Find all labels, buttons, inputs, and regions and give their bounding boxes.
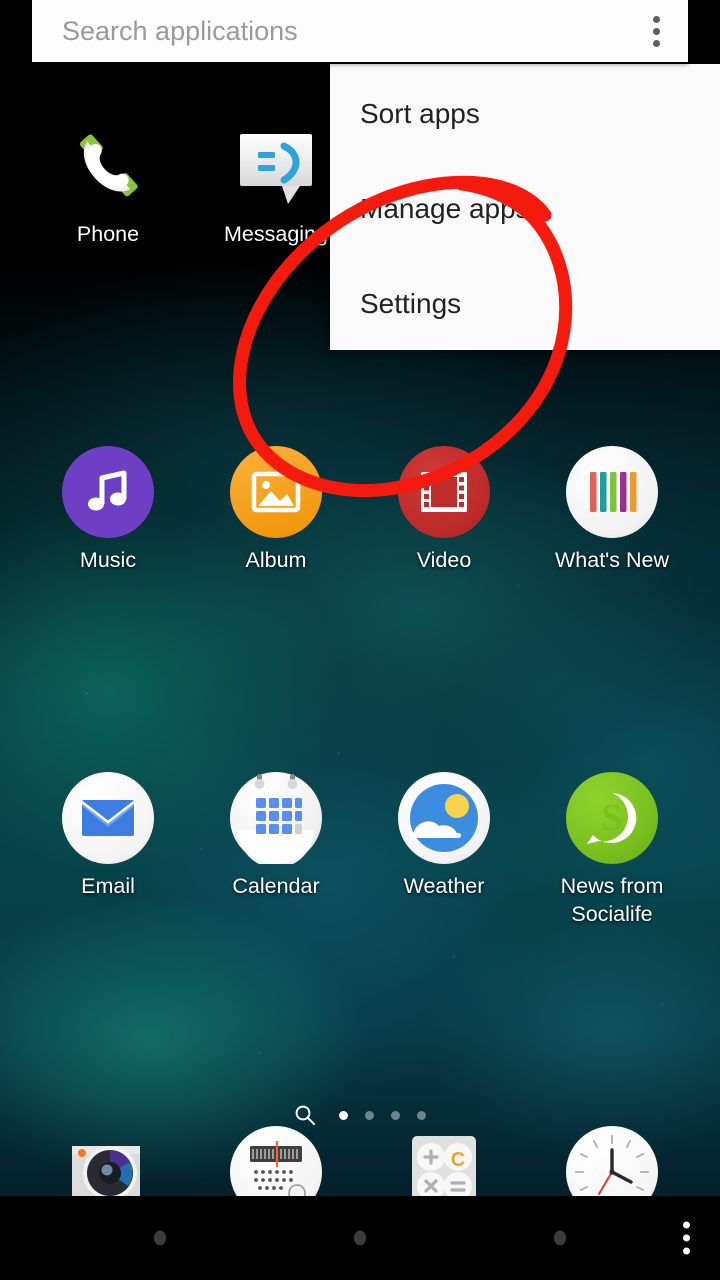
menu-item-sort-apps[interactable]: Sort apps [330,66,720,161]
svg-text:S: S [601,797,622,839]
app-item-phone[interactable]: Phone [24,118,192,248]
app-item-video[interactable]: Video [360,444,528,574]
page-dot-1[interactable] [339,1110,348,1120]
app-drawer-screen: Phone Messaging Music Album Video What's… [0,0,720,1280]
app-row: Email Calendar Weather S News from Socia… [0,770,720,928]
overflow-dot [652,15,660,23]
app-row: Music Album Video What's New [0,444,720,574]
overflow-menu-icon[interactable] [624,0,688,62]
nav-back-key[interactable] [154,1230,166,1246]
socialife-icon: S [564,770,660,866]
messaging-icon [228,118,324,214]
navigation-bar [0,1196,720,1280]
nav-recents-key[interactable] [554,1230,566,1246]
nav-overflow-dot [683,1247,690,1255]
app-label: Video [416,548,472,572]
app-item-weather[interactable]: Weather [360,770,528,928]
svg-text:C: C [451,1149,465,1171]
nav-overflow-dot [683,1234,690,1242]
app-item-calendar[interactable]: Calendar [192,770,360,928]
album-icon [228,444,324,540]
nav-overflow-icon[interactable] [683,1221,690,1255]
menu-item-label: Manage apps [360,192,530,224]
overflow-dot [652,39,660,47]
app-label: Calendar [232,874,320,898]
app-item-music[interactable]: Music [24,444,192,574]
search-magnifier-icon[interactable] [294,1104,316,1126]
app-label: Album [245,548,307,572]
nav-home-key[interactable] [354,1230,366,1246]
page-dot-4[interactable] [417,1110,426,1120]
search-input[interactable] [32,0,624,62]
app-item-whats-new[interactable]: What's New [528,444,696,574]
page-indicator [0,1104,720,1126]
app-item-socialife[interactable]: S News from Socialife [528,770,696,928]
app-label: Music [79,548,137,572]
app-label: Phone [76,222,140,246]
email-icon [60,770,156,866]
menu-item-label: Settings [360,287,462,319]
app-label: Email [81,874,135,898]
app-item-album[interactable]: Album [192,444,360,574]
search-bar [32,0,688,62]
app-label: Weather [403,874,485,898]
app-label: News from Socialife [560,874,664,926]
weather-icon [396,770,492,866]
music-icon [60,444,156,540]
phone-icon [60,118,156,214]
app-label: What's New [554,548,670,572]
app-label: Messaging [224,222,328,246]
whats-new-icon [564,444,660,540]
page-dot-3[interactable] [391,1110,400,1120]
calendar-icon [228,770,324,866]
menu-item-label: Sort apps [360,97,480,129]
overflow-popup-menu: Sort apps Manage apps Settings [330,64,720,350]
overflow-dot [652,27,660,35]
nav-overflow-dot [683,1221,690,1229]
page-dot-2[interactable] [365,1110,374,1120]
app-item-email[interactable]: Email [24,770,192,928]
menu-item-manage-apps[interactable]: Manage apps [330,161,720,256]
video-icon [396,444,492,540]
menu-item-settings[interactable]: Settings [330,256,720,351]
